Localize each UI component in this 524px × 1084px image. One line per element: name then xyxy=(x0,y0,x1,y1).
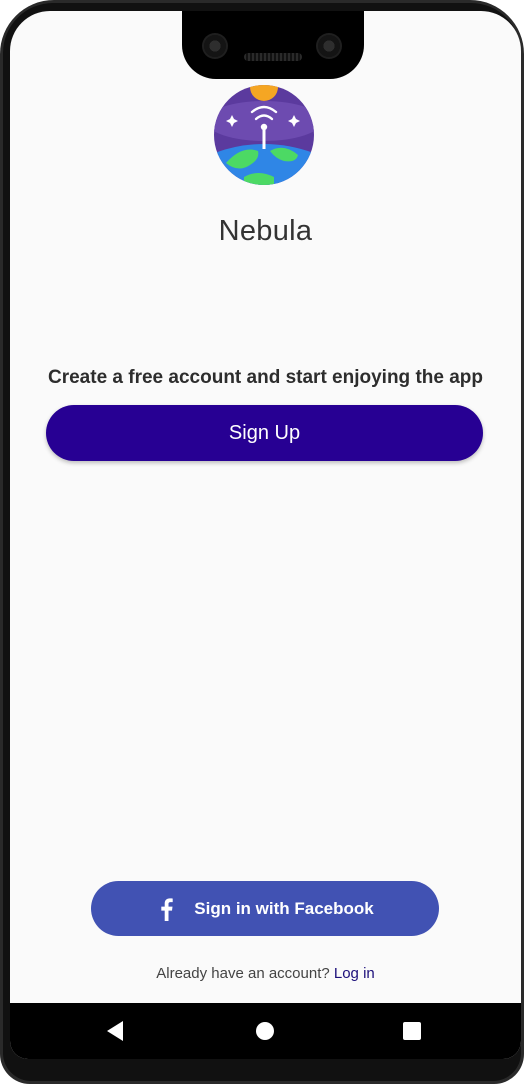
system-navigation-bar xyxy=(10,1003,521,1059)
sign-up-button-label: Sign Up xyxy=(228,421,301,444)
login-prompt: Already have an account? Log in xyxy=(10,965,521,982)
recents-square-icon[interactable] xyxy=(396,1015,428,1047)
display-notch xyxy=(182,11,364,79)
sign-in-facebook-label: Sign in with Facebook xyxy=(194,898,374,918)
sign-up-button[interactable]: Sign Up xyxy=(46,405,483,461)
home-circle-icon[interactable] xyxy=(249,1015,281,1047)
sign-in-facebook-button[interactable]: Sign in with Facebook xyxy=(91,881,439,936)
app-title: Nebula xyxy=(218,215,313,247)
phone-bezel: Nebula Create a free account and start e… xyxy=(3,3,521,1081)
front-camera-right xyxy=(316,33,342,59)
front-camera-left xyxy=(202,33,228,59)
earpiece-speaker xyxy=(244,53,302,61)
app-screen: Nebula Create a free account and start e… xyxy=(10,11,521,1059)
facebook-icon xyxy=(161,897,173,921)
already-have-account-text: Already have an account? xyxy=(156,965,330,982)
log-in-link[interactable]: Log in xyxy=(334,965,375,982)
back-triangle-icon[interactable] xyxy=(99,1015,131,1047)
signup-prompt-text: Create a free account and start enjoying… xyxy=(48,367,483,388)
phone-frame: Nebula Create a free account and start e… xyxy=(0,0,524,1084)
planet-satellite-logo-icon xyxy=(214,85,314,185)
